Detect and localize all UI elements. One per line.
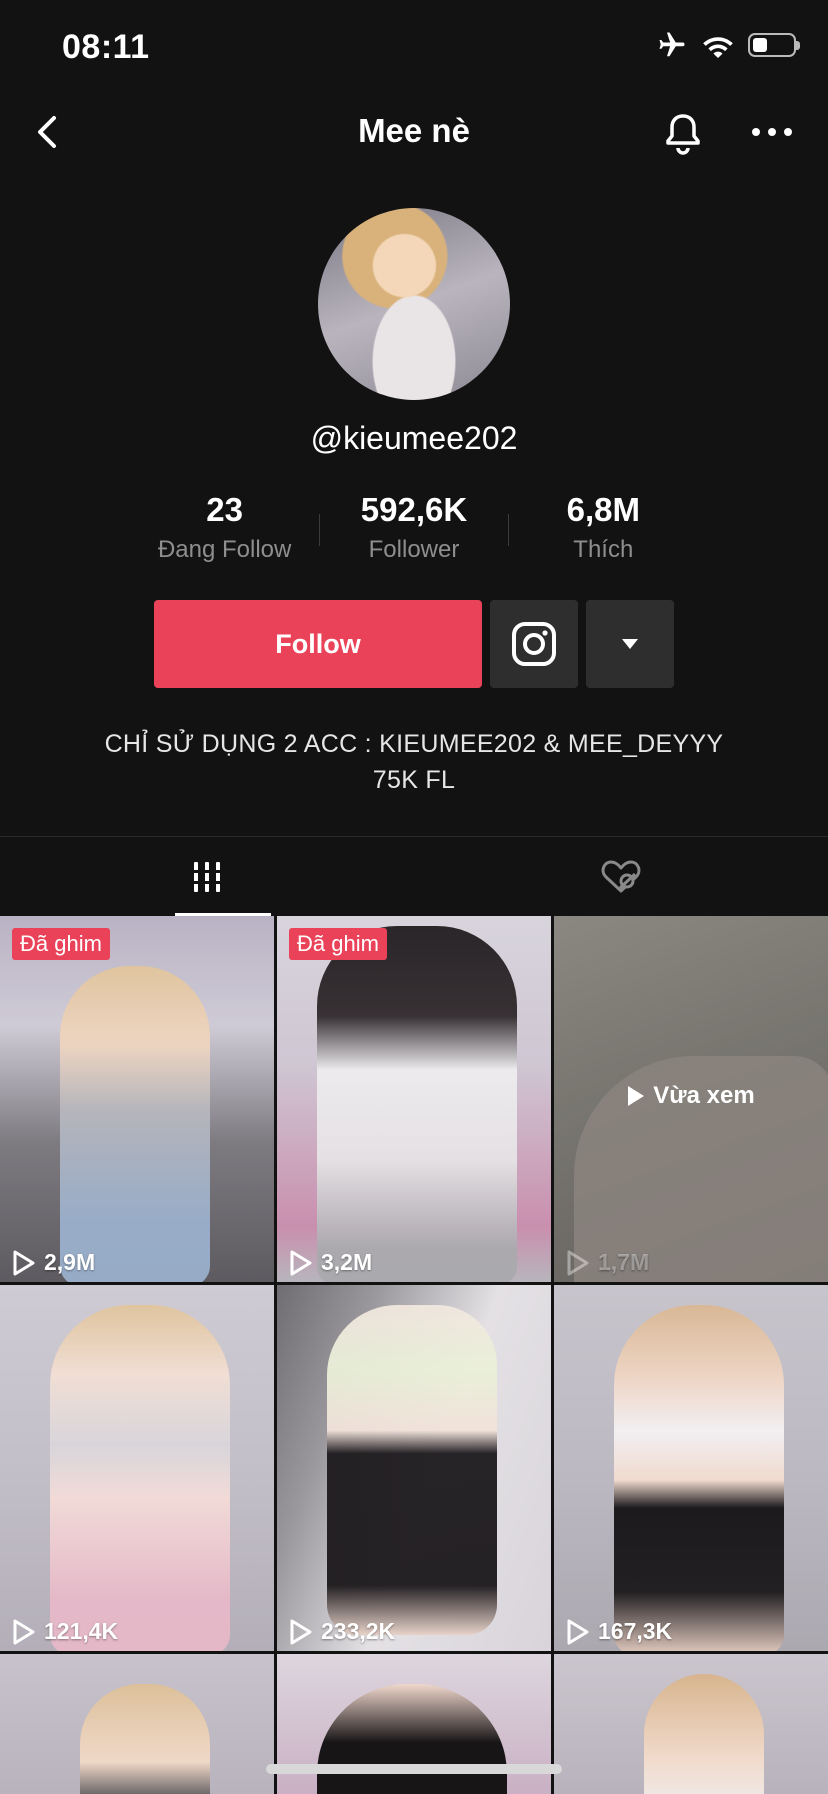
more-icon[interactable] [750, 114, 794, 150]
wifi-icon [703, 37, 733, 58]
status-bar: 08:11 [0, 0, 828, 100]
recently-watched-label: Vừa xem [554, 1082, 828, 1110]
view-count: 1,7M [566, 1249, 649, 1276]
grid-icon [191, 862, 223, 892]
play-outline-icon [290, 1619, 312, 1644]
tab-liked[interactable] [414, 837, 828, 917]
pinned-badge: Đã ghim [289, 928, 387, 960]
video-thumbnail[interactable]: 121,4K [0, 1285, 274, 1651]
stat-label: Thích [573, 536, 634, 563]
profile-stats: 23 Đang Follow 592,6K Follower 6,8M Thíc… [130, 490, 698, 570]
view-count-value: 1,7M [598, 1249, 650, 1275]
content-tabs [0, 836, 828, 917]
nav-bar: Mee nè [0, 100, 828, 164]
status-time: 08:11 [62, 28, 150, 66]
thumbnail-figure [644, 1674, 764, 1794]
stat-followers[interactable]: 592,6K Follower [319, 490, 509, 570]
hidden-heart-icon [601, 860, 641, 893]
video-thumbnail[interactable]: 233,2K [277, 1285, 551, 1651]
caret-down-icon [622, 639, 638, 649]
avatar[interactable] [318, 208, 510, 400]
recently-watched-text: Vừa xem [653, 1082, 755, 1109]
bio-line: 75K FL [372, 766, 456, 794]
view-count-value: 233,2K [321, 1618, 396, 1644]
view-count-value: 3,2M [321, 1249, 373, 1275]
video-thumbnail[interactable]: 167,3K [554, 1285, 828, 1651]
stat-following[interactable]: 23 Đang Follow [130, 490, 319, 570]
airplane-icon [659, 32, 685, 57]
video-thumbnail[interactable]: Đã ghim 3,2M [277, 916, 551, 1282]
play-outline-icon [290, 1250, 312, 1275]
dropdown-button[interactable] [586, 600, 674, 688]
thumbnail-figure [80, 1684, 210, 1794]
stat-likes[interactable]: 6,8M Thích [509, 490, 698, 570]
view-count-value: 121,4K [44, 1618, 119, 1644]
profile-bio: CHỈ SỬ DỤNG 2 ACC : KIEUMEE202 & MEE_DEY… [0, 726, 828, 798]
stat-value: 592,6K [360, 491, 468, 528]
view-count: 167,3K [566, 1618, 672, 1645]
video-thumbnail[interactable]: Vừa xem 1,7M [554, 916, 828, 1282]
follow-button[interactable]: Follow [154, 600, 482, 688]
video-thumbnail[interactable]: Đã ghim 2,9M [0, 916, 274, 1282]
play-outline-icon [13, 1619, 35, 1644]
divider [319, 514, 321, 546]
instagram-button[interactable] [490, 600, 578, 688]
battery-icon [748, 33, 800, 57]
stat-value: 23 [206, 491, 244, 528]
view-count: 2,9M [12, 1249, 95, 1276]
play-outline-icon [567, 1250, 589, 1275]
thumbnail-figure [317, 1684, 507, 1794]
view-count: 3,2M [289, 1249, 372, 1276]
stat-label: Follower [368, 536, 460, 563]
stat-value: 6,8M [566, 491, 640, 528]
bell-icon[interactable] [660, 110, 706, 156]
bio-line: CHỈ SỬ DỤNG 2 ACC : KIEUMEE202 & MEE_DEY… [104, 730, 724, 758]
thumbnail-figure [614, 1305, 784, 1651]
profile-actions: Follow [154, 600, 674, 688]
thumbnail-figure [50, 1305, 230, 1651]
tab-videos[interactable] [0, 837, 414, 917]
status-icons [656, 30, 800, 60]
video-thumbnail[interactable] [554, 1654, 828, 1794]
play-outline-icon [13, 1250, 35, 1275]
view-count-value: 2,9M [44, 1249, 96, 1275]
play-outline-icon [567, 1619, 589, 1644]
view-count: 233,2K [289, 1618, 395, 1645]
home-indicator [266, 1764, 562, 1774]
thumbnail-figure [327, 1305, 497, 1635]
view-count-value: 167,3K [598, 1618, 673, 1644]
profile-handle: @kieumee202 [310, 420, 518, 456]
thumbnail-figure [60, 966, 210, 1282]
pinned-badge: Đã ghim [12, 928, 110, 960]
stat-label: Đang Follow [157, 536, 292, 563]
play-icon [628, 1086, 645, 1106]
view-count: 121,4K [12, 1618, 118, 1645]
instagram-icon [512, 622, 556, 666]
thumbnail-figure [317, 926, 517, 1282]
video-thumbnail[interactable] [0, 1654, 274, 1794]
